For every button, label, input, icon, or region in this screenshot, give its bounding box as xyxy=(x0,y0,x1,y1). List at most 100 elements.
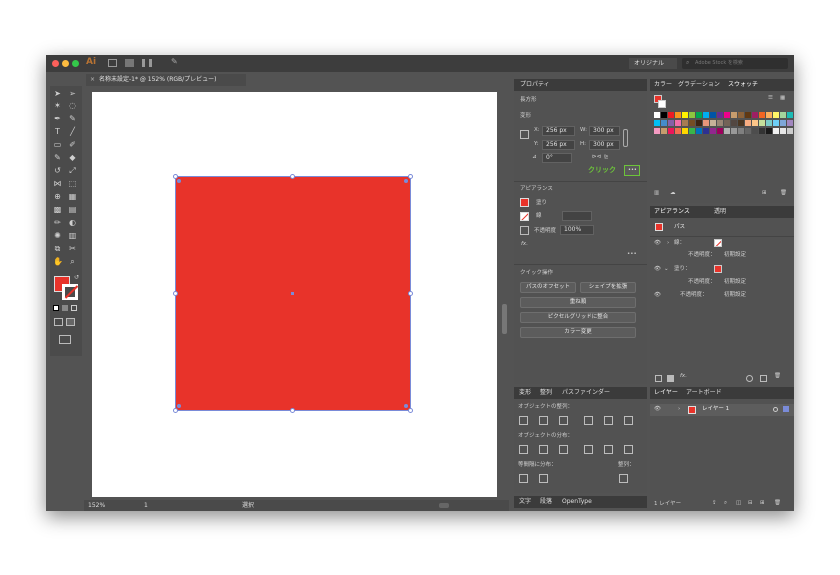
offset-path-button[interactable]: パスのオフセット xyxy=(520,282,576,293)
tab-swatches[interactable]: スウォッチ xyxy=(728,82,758,88)
perspective-grid-tool-icon[interactable]: ▦ xyxy=(68,192,77,201)
color-swatch[interactable] xyxy=(738,128,744,134)
layer-target-icon[interactable] xyxy=(773,407,778,412)
zoom-tool-icon[interactable]: ⌕ xyxy=(68,257,77,266)
reference-point-icon[interactable] xyxy=(520,130,529,139)
current-tool[interactable]: 選択 xyxy=(242,503,254,509)
eraser-tool-icon[interactable]: ◆ xyxy=(68,153,77,162)
color-swatch[interactable] xyxy=(675,128,681,134)
tab-artboards[interactable]: アートボード xyxy=(686,390,722,396)
distribute-vcenter-icon[interactable] xyxy=(539,445,548,454)
stroke-color-swatch[interactable] xyxy=(62,284,79,300)
color-swatch[interactable] xyxy=(717,128,723,134)
none-mode-icon[interactable] xyxy=(71,305,77,311)
fill-row-swatch[interactable] xyxy=(714,265,722,273)
tab-transparency[interactable]: 透明 xyxy=(714,209,726,215)
distribute-top-icon[interactable] xyxy=(519,445,528,454)
close-window-button[interactable] xyxy=(52,60,59,67)
constrain-proportions-icon[interactable] xyxy=(623,129,628,147)
tab-opentype[interactable]: OpenType xyxy=(562,499,592,505)
artboard-tool-icon[interactable]: ⧉ xyxy=(53,244,62,253)
color-swatch[interactable] xyxy=(787,112,793,118)
tab-transform[interactable]: 変形 xyxy=(519,390,531,396)
color-swatch[interactable] xyxy=(731,112,737,118)
fill-visibility-icon[interactable]: 👁 xyxy=(654,266,661,273)
color-swatch[interactable] xyxy=(668,128,674,134)
blend-tool-icon[interactable]: ◐ xyxy=(68,218,77,227)
corner-widget-top-right[interactable] xyxy=(404,179,408,183)
color-swatch[interactable] xyxy=(661,128,667,134)
gradient-tool-icon[interactable]: ▤ xyxy=(68,205,77,214)
color-swatch[interactable] xyxy=(661,112,667,118)
color-swatch[interactable] xyxy=(787,120,793,126)
stock-search-input[interactable]: ⌕ Adobe Stock を検索 xyxy=(682,58,788,69)
horizontal-scrollbar[interactable] xyxy=(439,503,449,508)
mesh-tool-icon[interactable]: ▩ xyxy=(53,205,62,214)
color-swatch[interactable] xyxy=(696,112,702,118)
color-swatch[interactable] xyxy=(654,120,660,126)
distribute-right-icon[interactable] xyxy=(624,445,633,454)
add-fill-icon[interactable] xyxy=(667,375,674,382)
curvature-tool-icon[interactable]: ✎ xyxy=(68,114,77,123)
color-swatch[interactable] xyxy=(682,120,688,126)
add-effect-icon[interactable]: fx. xyxy=(680,373,687,380)
recolor-button[interactable]: カラー変更 xyxy=(520,327,636,338)
distribute-left-icon[interactable] xyxy=(584,445,593,454)
y-field[interactable]: 256 px xyxy=(542,140,575,150)
color-swatch[interactable] xyxy=(717,120,723,126)
arrange-documents-icon[interactable] xyxy=(142,59,152,67)
export-icon[interactable]: ⇪ xyxy=(712,500,717,507)
color-swatch[interactable] xyxy=(689,128,695,134)
direct-selection-tool-icon[interactable]: ➢ xyxy=(68,89,77,98)
color-swatch[interactable] xyxy=(717,112,723,118)
artboard-number[interactable]: 1 xyxy=(144,503,148,509)
color-swatch[interactable] xyxy=(745,128,751,134)
color-swatch[interactable] xyxy=(759,128,765,134)
stock-icon[interactable] xyxy=(125,59,134,67)
swatch-stroke-indicator[interactable] xyxy=(658,100,666,108)
rectangle-tool-icon[interactable]: ▭ xyxy=(53,140,62,149)
fill-opacity-value[interactable]: 初期設定 xyxy=(724,279,746,286)
align-bottom-icon[interactable] xyxy=(624,416,633,425)
tab-character[interactable]: 文字 xyxy=(519,499,531,505)
align-hcenter-icon[interactable] xyxy=(539,416,548,425)
tab-align[interactable]: 整列 xyxy=(540,390,552,396)
width-tool-icon[interactable]: ⋈ xyxy=(53,179,62,188)
delete-swatch-icon[interactable]: 🗑 xyxy=(780,190,787,197)
corner-widget-bottom-right[interactable] xyxy=(404,404,408,408)
color-swatch[interactable] xyxy=(668,120,674,126)
paintbrush-tool-icon[interactable]: ✐ xyxy=(68,140,77,149)
color-swatch[interactable] xyxy=(703,112,709,118)
delete-item-icon[interactable]: 🗑 xyxy=(774,373,781,380)
x-field[interactable]: 256 px xyxy=(542,126,575,136)
clipping-mask-icon[interactable]: ◫ xyxy=(736,500,741,507)
handle-middle-right[interactable] xyxy=(408,291,413,296)
color-swatch[interactable] xyxy=(745,112,751,118)
clear-appearance-icon[interactable] xyxy=(746,375,753,382)
tab-gradient[interactable]: グラデーション xyxy=(678,82,720,88)
eyedropper-tool-icon[interactable]: ✏ xyxy=(53,218,62,227)
slice-tool-icon[interactable]: ✂ xyxy=(68,244,77,253)
rotate-field[interactable]: 0° xyxy=(542,153,572,163)
w-field[interactable]: 300 px xyxy=(589,126,620,136)
tab-paragraph[interactable]: 段落 xyxy=(540,499,552,505)
color-swatch[interactable] xyxy=(731,120,737,126)
minimize-window-button[interactable] xyxy=(62,60,69,67)
color-swatch[interactable] xyxy=(766,128,772,134)
color-swatch[interactable] xyxy=(675,112,681,118)
color-swatch[interactable] xyxy=(724,112,730,118)
color-mode-icon[interactable] xyxy=(53,305,59,311)
zoom-level[interactable]: 152% xyxy=(88,503,105,509)
align-pixel-grid-button[interactable]: ピクセルグリッドに整合 xyxy=(520,312,636,323)
distribute-vspace-icon[interactable] xyxy=(519,474,528,483)
more-options-button[interactable]: ••• xyxy=(624,165,640,176)
layer-expand-icon[interactable]: › xyxy=(678,406,680,413)
color-swatch[interactable] xyxy=(668,112,674,118)
color-swatch[interactable] xyxy=(682,128,688,134)
scale-tool-icon[interactable]: ⤢ xyxy=(68,166,77,175)
stroke-opacity-value[interactable]: 初期設定 xyxy=(724,252,746,259)
line-tool-icon[interactable]: ╱ xyxy=(68,127,77,136)
fx-icon[interactable]: fx. xyxy=(521,241,528,248)
stroke-weight-field[interactable] xyxy=(562,211,592,221)
color-swatch[interactable] xyxy=(773,120,779,126)
